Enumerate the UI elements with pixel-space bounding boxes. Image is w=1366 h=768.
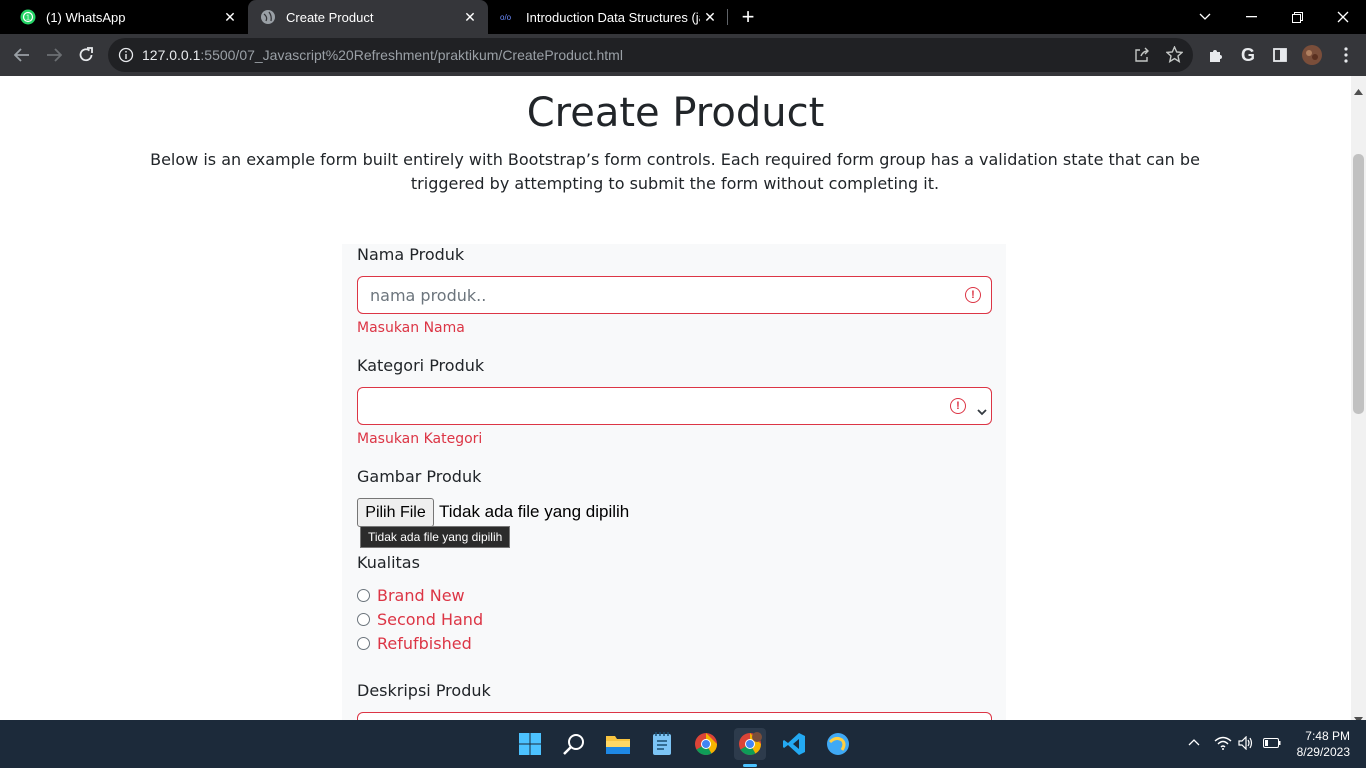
scrollbar-thumb[interactable] xyxy=(1353,154,1364,414)
battery-icon[interactable] xyxy=(1263,737,1281,752)
svg-text:o/o: o/o xyxy=(500,13,512,22)
address-bar[interactable]: 127.0.0.1:5500/07_Javascript%20Refreshme… xyxy=(108,38,1193,72)
clock-date: 8/29/2023 xyxy=(1296,745,1350,759)
product-name-input[interactable]: nama produk.. ! xyxy=(357,276,992,314)
new-tab-button[interactable]: + xyxy=(735,0,761,34)
minimize-button[interactable] xyxy=(1228,0,1274,34)
share-icon[interactable] xyxy=(1134,47,1150,67)
radio-label: Brand New xyxy=(377,585,465,605)
url-host: 127.0.0.1 xyxy=(142,47,201,63)
tab-title: Create Product xyxy=(286,9,374,25)
page-viewport: Create Product Below is an example form … xyxy=(0,76,1351,720)
product-image-label: Gambar Produk xyxy=(357,467,482,486)
site-icon: o/o xyxy=(500,9,516,25)
file-status-text: Tidak ada file yang dipilih xyxy=(439,502,630,521)
notepad-icon[interactable] xyxy=(646,728,678,760)
tab-close-icon[interactable]: ✕ xyxy=(220,9,240,26)
radio-label: Second Hand xyxy=(377,609,484,629)
svg-text:1: 1 xyxy=(26,15,30,22)
system-clock[interactable]: 7:48 PM 8/29/2023 xyxy=(1297,728,1350,760)
clock-time: 7:48 PM xyxy=(1305,729,1350,743)
page-scrollbar[interactable] xyxy=(1351,76,1366,723)
product-name-label: Nama Produk xyxy=(357,245,465,264)
quality-option-refurbished[interactable]: Refufbished xyxy=(357,632,472,654)
tab-bar: 1 (1) WhatsApp ✕ Create Product ✕ o/o In… xyxy=(0,0,1366,34)
windows-start-icon[interactable] xyxy=(514,728,546,760)
extensions-puzzle-icon[interactable] xyxy=(1202,41,1230,69)
tab-title: (1) WhatsApp xyxy=(46,9,126,25)
quality-label: Kualitas xyxy=(357,553,420,572)
product-name-feedback: Masukan Nama xyxy=(357,320,465,336)
radio-label: Refufbished xyxy=(377,633,472,653)
tab-close-icon[interactable]: ✕ xyxy=(460,9,480,26)
invalid-alert-icon: ! xyxy=(950,398,966,414)
tab-separator xyxy=(727,9,728,25)
back-arrow-icon[interactable] xyxy=(8,41,36,69)
tab-data-structures[interactable]: o/o Introduction Data Structures (java ✕ xyxy=(488,0,728,34)
radio-button[interactable] xyxy=(357,588,370,602)
tray-chevron-up-icon[interactable] xyxy=(1188,735,1200,750)
file-tooltip: Tidak ada file yang dipilih xyxy=(360,526,511,548)
vscode-icon[interactable] xyxy=(778,728,810,760)
restore-button[interactable] xyxy=(1274,0,1320,34)
side-panel-icon[interactable] xyxy=(1266,41,1294,69)
active-app-indicator xyxy=(743,764,757,767)
profile-avatar[interactable] xyxy=(1298,41,1326,69)
url-path: :5500/07_Javascript%20Refreshment/prakti… xyxy=(200,47,623,63)
product-name-placeholder: nama produk.. xyxy=(370,286,487,305)
globe-icon xyxy=(260,9,276,25)
chrome-icon[interactable] xyxy=(690,728,722,760)
menu-kebab-icon[interactable] xyxy=(1332,41,1360,69)
scroll-up-arrow-icon[interactable] xyxy=(1354,80,1363,99)
tab-search-chevron-icon[interactable] xyxy=(1182,0,1228,34)
quality-option-brand-new[interactable]: Brand New xyxy=(357,584,465,606)
choose-file-button[interactable]: Pilih File xyxy=(357,498,434,527)
quality-option-second-hand[interactable]: Second Hand xyxy=(357,608,483,630)
whatsapp-icon: 1 xyxy=(20,9,36,25)
reload-icon[interactable] xyxy=(72,41,100,69)
search-icon[interactable] xyxy=(558,728,590,760)
product-description-label: Deskripsi Produk xyxy=(357,681,491,700)
product-category-feedback: Masukan Kategori xyxy=(357,431,483,447)
chevron-down-icon xyxy=(977,401,987,420)
windows-taskbar: 7:48 PM 8/29/2023 xyxy=(0,720,1366,768)
url-text: 127.0.0.1:5500/07_Javascript%20Refreshme… xyxy=(142,47,623,63)
volume-icon[interactable] xyxy=(1238,735,1254,754)
tab-whatsapp[interactable]: 1 (1) WhatsApp ✕ xyxy=(8,0,248,34)
radio-button[interactable] xyxy=(357,636,370,650)
page-lead-text: Below is an example form built entirely … xyxy=(150,150,1200,193)
chrome-profile-icon[interactable] xyxy=(734,728,766,760)
wifi-icon[interactable] xyxy=(1214,736,1232,754)
page-title: Create Product xyxy=(526,90,825,136)
invalid-alert-icon: ! xyxy=(965,287,981,303)
product-category-label: Kategori Produk xyxy=(357,356,485,375)
tab-title: Introduction Data Structures (java xyxy=(526,9,700,25)
product-description-textarea[interactable] xyxy=(357,712,992,720)
tab-create-product[interactable]: Create Product ✕ xyxy=(248,0,488,34)
close-window-button[interactable] xyxy=(1320,0,1366,34)
bookmark-star-icon[interactable] xyxy=(1165,45,1184,67)
app-icon[interactable] xyxy=(822,728,854,760)
create-product-form: Nama Produk nama produk.. ! Masukan Nama… xyxy=(342,244,1006,720)
tab-close-icon[interactable]: ✕ xyxy=(700,9,720,26)
browser-toolbar: 127.0.0.1:5500/07_Javascript%20Refreshme… xyxy=(0,34,1366,76)
google-extension-icon[interactable]: G xyxy=(1234,41,1262,69)
site-info-icon[interactable] xyxy=(118,47,134,67)
forward-arrow-icon[interactable] xyxy=(40,41,68,69)
product-category-select[interactable]: ! xyxy=(357,387,992,425)
radio-button[interactable] xyxy=(357,612,370,626)
file-explorer-icon[interactable] xyxy=(602,728,634,760)
